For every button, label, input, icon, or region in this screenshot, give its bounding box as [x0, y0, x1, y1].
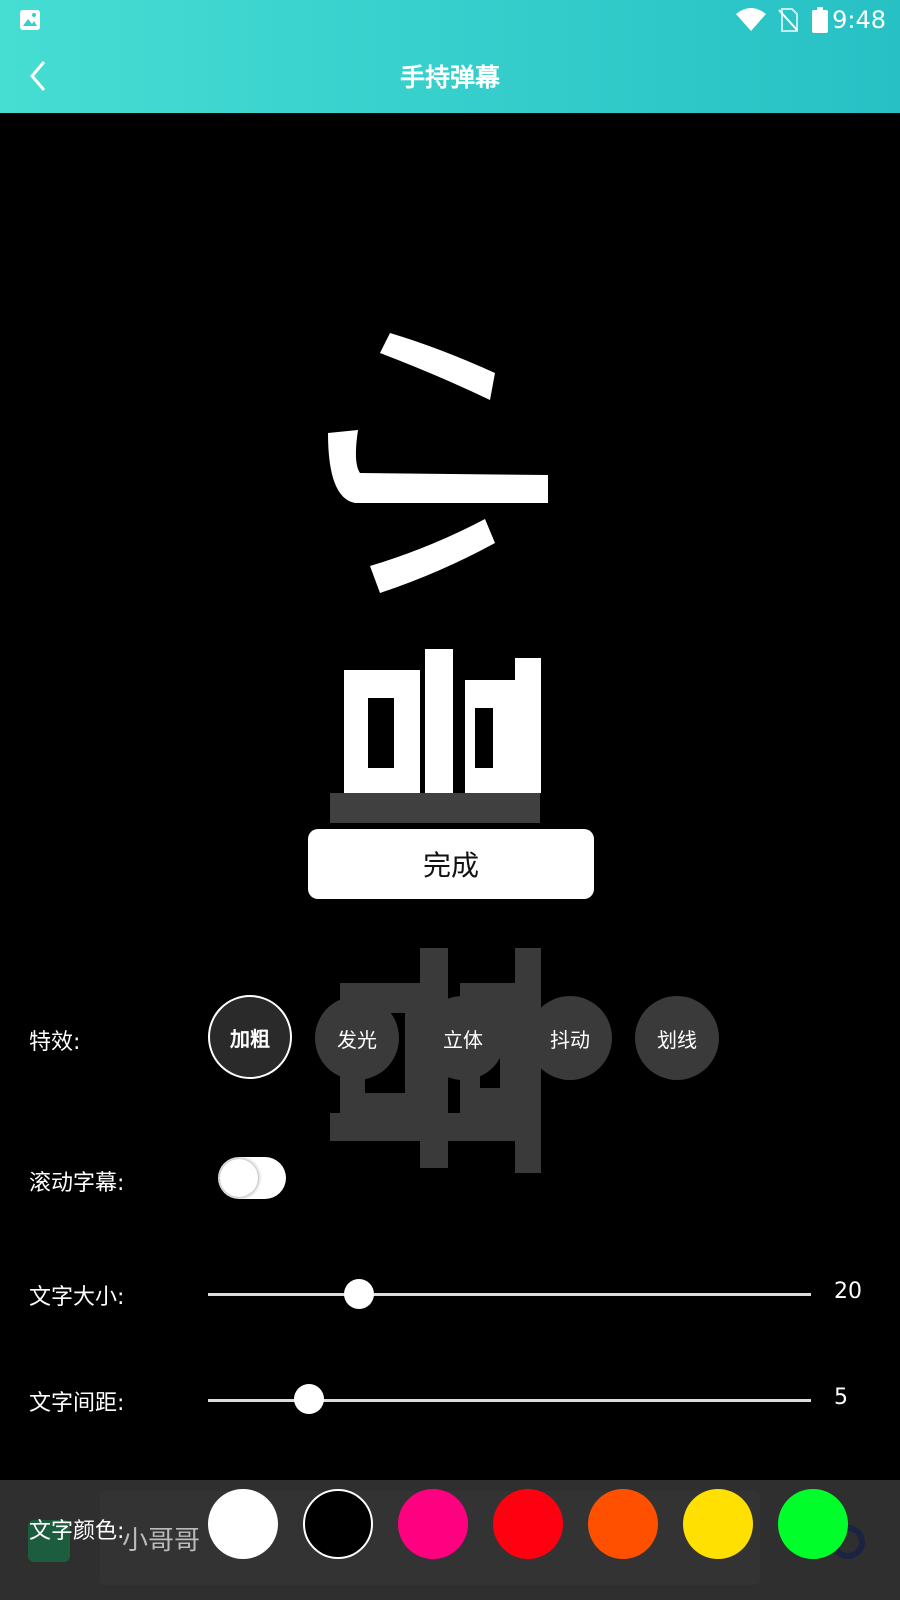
- page-title: 手持弹幕: [399, 63, 500, 92]
- effect-3d-button[interactable]: 立体: [421, 996, 505, 1080]
- color-swatch-white[interactable]: [208, 1489, 278, 1559]
- effect-bold-button[interactable]: 加粗: [208, 995, 292, 1079]
- effects-label: 特效:: [29, 1030, 81, 1055]
- color-swatch-pink[interactable]: [398, 1489, 468, 1559]
- scroll-toggle[interactable]: [218, 1157, 286, 1199]
- spacing-value: 5: [834, 1385, 848, 1410]
- effect-shake-button[interactable]: 抖动: [528, 996, 612, 1080]
- no-sim-icon: [778, 8, 798, 32]
- danmu-stage: 完成: [0, 113, 900, 1600]
- size-label: 文字大小:: [29, 1285, 125, 1310]
- scroll-label: 滚动字幕:: [29, 1171, 125, 1196]
- color-swatch-black[interactable]: [303, 1489, 373, 1559]
- color-label: 文字颜色:: [29, 1519, 125, 1544]
- size-slider-track[interactable]: [208, 1293, 811, 1296]
- image-notification-icon: [20, 10, 40, 30]
- status-time: 9:48: [832, 6, 886, 34]
- spacing-slider-thumb[interactable]: [294, 1384, 324, 1414]
- toggle-knob: [220, 1159, 258, 1197]
- color-swatch-yellow[interactable]: [683, 1489, 753, 1559]
- color-swatch-orange[interactable]: [588, 1489, 658, 1559]
- color-swatch-red[interactable]: [493, 1489, 563, 1559]
- status-bar: 9:48: [0, 0, 900, 40]
- effect-strike-button[interactable]: 划线: [635, 996, 719, 1080]
- battery-icon: [812, 7, 828, 33]
- spacing-label: 文字间距:: [29, 1391, 125, 1416]
- size-value: 20: [834, 1279, 862, 1304]
- color-swatch-green[interactable]: [778, 1489, 848, 1559]
- size-slider-thumb[interactable]: [344, 1279, 374, 1309]
- wifi-icon: [736, 8, 766, 31]
- input-value: 小哥哥: [122, 1526, 201, 1556]
- effect-glow-button[interactable]: 发光: [315, 996, 399, 1080]
- done-button[interactable]: 完成: [308, 829, 594, 899]
